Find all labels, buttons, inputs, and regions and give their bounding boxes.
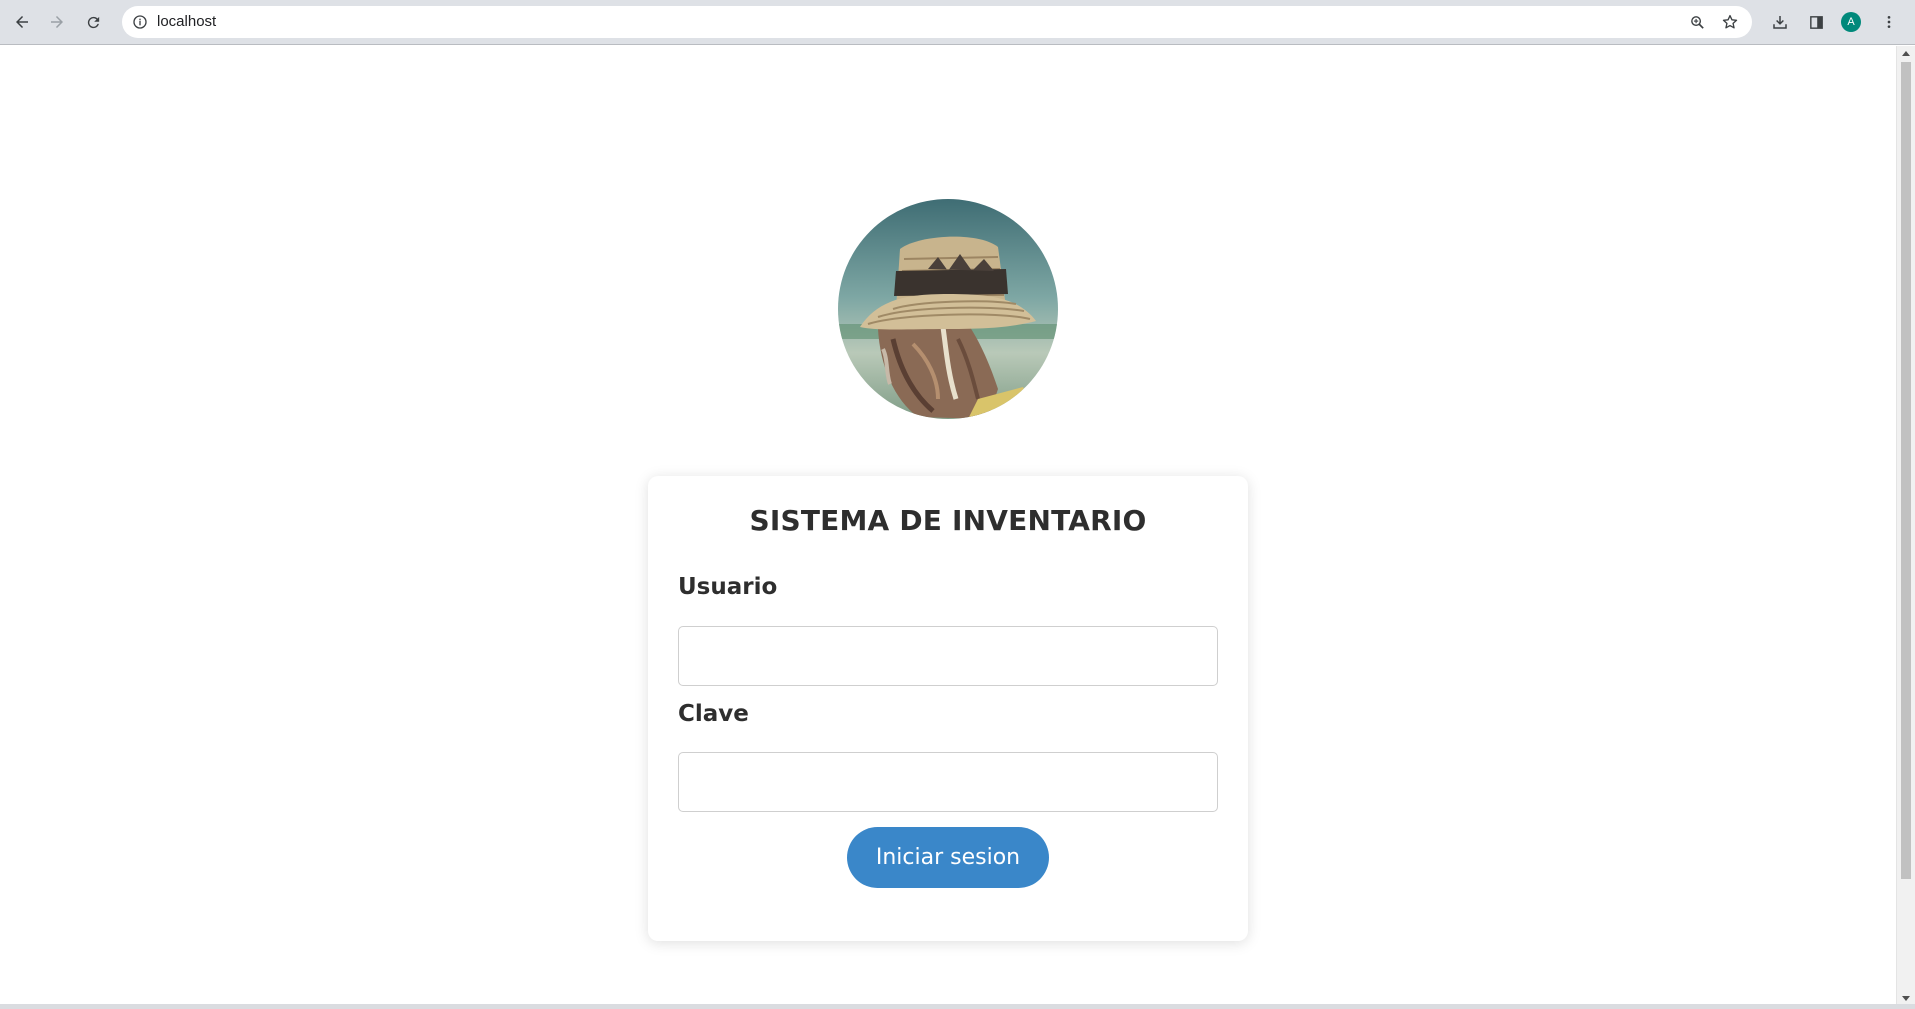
page-title: SISTEMA DE INVENTARIO — [749, 504, 1147, 537]
profile-avatar[interactable]: A — [1841, 12, 1861, 32]
reload-button[interactable] — [78, 7, 108, 37]
logo-image — [838, 199, 1058, 419]
side-panel-icon — [1809, 15, 1823, 29]
scroll-up-icon[interactable] — [1902, 51, 1910, 56]
address-bar[interactable]: localhost — [122, 6, 1752, 38]
star-icon — [1722, 14, 1738, 29]
profile-initial: A — [1847, 16, 1855, 28]
scroll-down-icon[interactable] — [1902, 996, 1910, 1001]
username-input[interactable] — [678, 626, 1218, 686]
kebab-menu-icon — [1887, 16, 1891, 28]
logo-avatar — [838, 199, 1058, 419]
zoom-button[interactable] — [1685, 10, 1709, 34]
arrow-back-icon — [16, 16, 28, 28]
url-text[interactable]: localhost — [157, 13, 216, 30]
username-label: Usuario — [678, 574, 778, 600]
download-icon — [1773, 16, 1787, 29]
browser-toolbar: localhost A — [0, 0, 1915, 45]
password-label: Clave — [678, 701, 749, 727]
reload-icon — [87, 16, 99, 28]
browser-menu-button[interactable] — [1874, 7, 1904, 37]
zoom-icon — [1690, 15, 1704, 29]
info-icon — [133, 15, 147, 29]
arrow-forward-icon — [51, 16, 63, 28]
side-panel-button[interactable] — [1801, 7, 1831, 37]
window-bottom-edge — [0, 1004, 1915, 1009]
forward-button[interactable] — [42, 7, 72, 37]
bookmark-button[interactable] — [1718, 10, 1742, 34]
scrollbar-thumb[interactable] — [1901, 62, 1911, 879]
downloads-button[interactable] — [1765, 7, 1795, 37]
login-card: SISTEMA DE INVENTARIO Usuario Clave Inic… — [648, 476, 1248, 941]
site-info-button[interactable] — [128, 10, 152, 34]
page-scrollbar[interactable] — [1896, 46, 1915, 1006]
password-input[interactable] — [678, 752, 1218, 812]
back-button[interactable] — [7, 7, 37, 37]
login-button[interactable]: Iniciar sesion — [847, 827, 1049, 888]
